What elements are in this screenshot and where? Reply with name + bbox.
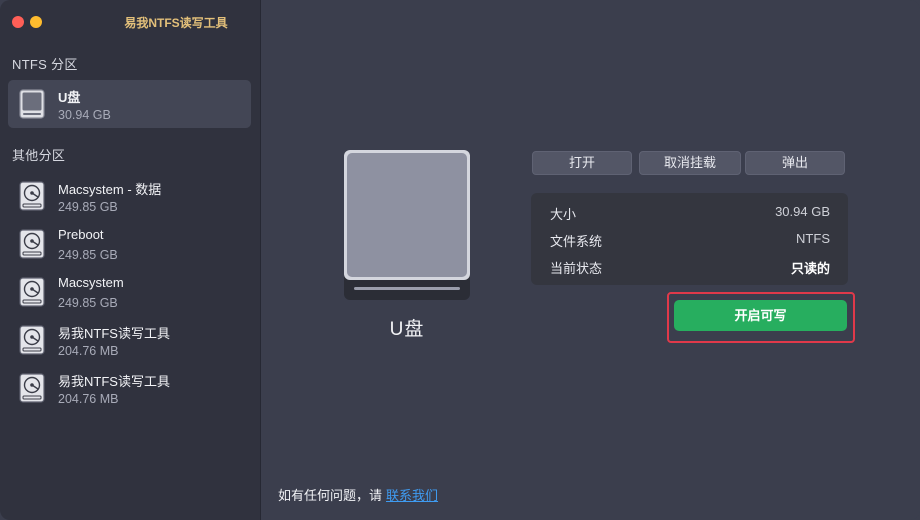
hard-disk-icon: [19, 229, 45, 259]
eject-button[interactable]: 弹出: [745, 151, 845, 175]
ntfs-section-label: NTFS 分区: [12, 57, 78, 72]
info-row-filesystem: 文件系统 NTFS: [550, 231, 830, 251]
info-key: 当前状态: [550, 261, 603, 276]
hard-disk-icon: [19, 325, 45, 355]
sidebar-item-size: 249.85 GB: [58, 296, 118, 310]
sidebar-item-size: 249.85 GB: [58, 248, 118, 262]
sidebar-item-size: 30.94 GB: [58, 108, 111, 122]
open-button[interactable]: 打开: [532, 151, 632, 175]
footer-help: 如有任何问题，请 联系我们: [278, 485, 438, 504]
contact-us-link[interactable]: 联系我们: [386, 488, 438, 503]
app-window: 易我NTFS读写工具 NTFS 分区 U盘 30.94 GB 其他分区 Macs…: [0, 0, 920, 520]
sidebar-item-macsystem[interactable]: Macsystem 249.85 GB: [8, 268, 251, 316]
footer-help-text: 如有任何问题，请: [278, 488, 383, 503]
sidebar-item-preboot[interactable]: Preboot 249.85 GB: [8, 220, 251, 268]
other-section-label: 其他分区: [12, 148, 66, 163]
hard-disk-icon: [19, 373, 45, 403]
sidebar-item-size: 204.76 MB: [58, 344, 119, 358]
sidebar-item-label: Preboot: [58, 227, 104, 242]
info-key: 大小: [550, 207, 577, 222]
info-value: 30.94 GB: [775, 204, 830, 219]
main-panel: U盘 打开 取消挂载 弹出 大小 30.94 GB 文件系统 NTFS 当前状态…: [261, 0, 920, 520]
unmount-button[interactable]: 取消挂载: [639, 151, 741, 175]
drive-info-panel: 大小 30.94 GB 文件系统 NTFS 当前状态 只读的: [531, 193, 848, 285]
usb-drive-icon: [19, 89, 45, 119]
hard-disk-icon: [19, 181, 45, 211]
sidebar-item-macsystem-data[interactable]: Macsystem - 数据 249.85 GB: [8, 172, 251, 220]
hard-disk-icon: [19, 277, 45, 307]
sidebar-item-size: 249.85 GB: [58, 200, 118, 214]
enable-write-button[interactable]: 开启可写: [674, 300, 847, 331]
info-row-size: 大小 30.94 GB: [550, 204, 830, 224]
sidebar-item-label: U盘: [58, 90, 81, 105]
sidebar: 易我NTFS读写工具 NTFS 分区 U盘 30.94 GB 其他分区 Macs…: [0, 0, 261, 520]
sidebar-item-label: Macsystem: [58, 275, 124, 290]
info-value: NTFS: [796, 231, 830, 246]
sidebar-item-label: 易我NTFS读写工具: [58, 374, 170, 389]
sidebar-item-usb-drive[interactable]: U盘 30.94 GB: [8, 80, 251, 128]
drive-name: U盘: [389, 319, 425, 340]
sidebar-item-label: Macsystem - 数据: [58, 182, 162, 197]
usb-drive-large-icon: [344, 150, 470, 300]
sidebar-item-size: 204.76 MB: [58, 392, 119, 406]
sidebar-item-easeus-ntfs-2[interactable]: 易我NTFS读写工具 204.76 MB: [8, 364, 251, 412]
status-badge: 只读的: [790, 261, 830, 276]
info-key: 文件系统: [550, 234, 603, 249]
sidebar-item-label: 易我NTFS读写工具: [58, 326, 170, 341]
sidebar-item-easeus-ntfs-1[interactable]: 易我NTFS读写工具 204.76 MB: [8, 316, 251, 364]
info-row-status: 当前状态 只读的: [550, 258, 830, 278]
